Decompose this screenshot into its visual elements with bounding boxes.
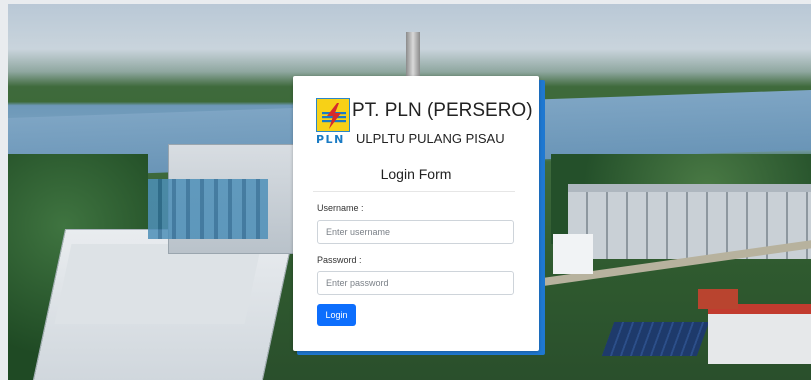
login-button[interactable]: Login xyxy=(317,304,356,326)
password-label: Password : xyxy=(317,255,362,265)
pln-logo-icon xyxy=(316,98,350,132)
solar-panels xyxy=(601,322,710,356)
username-input[interactable] xyxy=(317,220,514,244)
form-title: Login Form xyxy=(380,166,452,182)
company-title: PT. PLN (PERSERO) xyxy=(352,100,533,121)
building-roof xyxy=(54,244,262,324)
boiler-piping xyxy=(148,179,268,239)
username-label: Username : xyxy=(317,203,364,213)
unit-subtitle: ULPLTU PULANG PISAU xyxy=(356,131,505,146)
logo-wordmark: PLN xyxy=(316,133,345,146)
brand-header: PLN PT. PLN (PERSERO) ULPLTU PULANG PISA… xyxy=(316,98,533,148)
password-input[interactable] xyxy=(317,271,514,295)
divider xyxy=(313,191,515,192)
office-building xyxy=(708,304,811,364)
red-roof xyxy=(698,289,738,309)
small-building xyxy=(553,234,593,274)
login-card: PLN PT. PLN (PERSERO) ULPLTU PULANG PISA… xyxy=(293,76,539,351)
